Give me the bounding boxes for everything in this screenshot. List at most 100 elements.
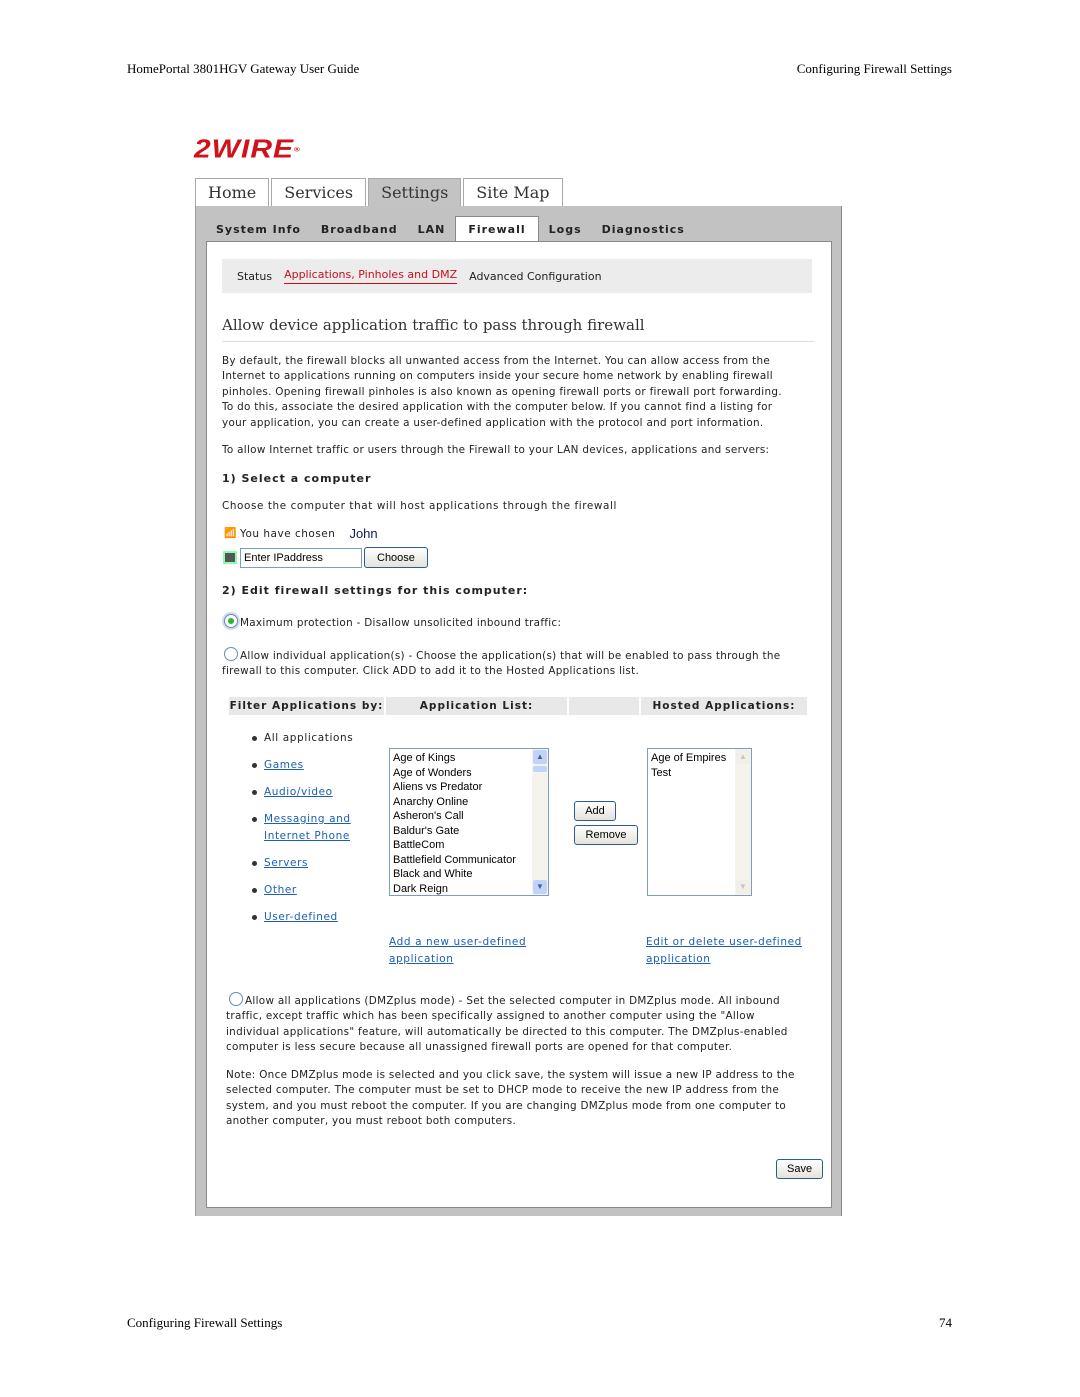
chosen-computer-name: John [349,526,378,541]
hosted-list-scrollbar[interactable]: ▲ ▼ [735,749,751,895]
ip-address-input[interactable] [240,547,362,568]
option-max-protection[interactable]: Maximum protection - Disallow unsolicite… [224,614,561,631]
application-filters: All applications Games Audio/video Messa… [252,730,353,936]
max-protection-label: Maximum protection - Disallow unsolicite… [240,617,562,629]
intro-instruction: To allow Internet traffic or users throu… [222,444,770,456]
registered-mark: ® [294,145,301,154]
application-item[interactable]: Age of Wonders [393,766,545,781]
tab-site-map[interactable]: Site Map [463,178,563,207]
subtab-lan[interactable]: LAN [408,223,456,242]
add-user-defined-link-text[interactable]: application [389,953,454,965]
filter-internet-phone-link[interactable]: Internet Phone [264,830,350,842]
2wire-logo: 2WIRE® [194,135,301,164]
application-list[interactable]: Age of Kings Age of Wonders Aliens vs Pred… [389,748,549,896]
application-item[interactable]: Anarchy Online [393,795,545,810]
document-header: HomePortal 3801HGV Gateway User Guide Co… [127,61,952,77]
note-line: selected computer. The computer must be … [226,1084,780,1097]
add-button[interactable]: Add [574,801,616,821]
application-item[interactable]: Dark Reign [393,882,545,897]
dmz-label-cont: traffic, except traffic which has been s… [226,1010,755,1023]
edit-user-defined-link[interactable]: Edit or delete user-defined application [646,934,802,968]
scroll-thumb[interactable] [533,766,547,772]
filter-servers-link[interactable]: Servers [264,857,308,869]
intro-line: To do this, associate the desired applic… [222,401,773,414]
dmz-label-cont: individual applications" feature, will a… [226,1025,788,1038]
radio-individual-apps[interactable] [224,647,238,661]
tab-settings[interactable]: Settings [368,178,462,207]
application-item[interactable]: Black and White [393,867,545,882]
filter-messaging[interactable]: Messaging and Internet Phone [252,811,353,845]
link-advanced-configuration[interactable]: Advanced Configuration [469,270,601,283]
filter-user-defined-link[interactable]: User-defined [264,911,338,923]
filter-other-link[interactable]: Other [264,884,297,896]
scroll-up-icon[interactable]: ▲ [533,750,547,764]
dmz-label-cont: computer is less secure because all unas… [226,1041,733,1054]
radio-dmzplus[interactable] [229,992,243,1006]
page-title: Allow device application traffic to pass… [222,316,814,342]
scroll-down-icon[interactable]: ▼ [533,880,547,894]
intro-paragraph: By default, the firewall blocks all unwa… [222,354,782,431]
save-button[interactable]: Save [776,1159,824,1179]
option-dmzplus[interactable]: Allow all applications (DMZplus mode) - … [226,992,788,1056]
subtab-firewall[interactable]: Firewall [455,216,539,242]
application-item[interactable]: Battlefield Communicator [393,853,545,868]
application-item[interactable]: Asheron's Call [393,809,545,824]
dmz-note: Note: Once DMZplus mode is selected and … [226,1068,795,1130]
link-status[interactable]: Status [237,270,272,283]
filter-servers[interactable]: Servers [252,855,353,872]
settings-subnav: System Info Broadband LAN Firewall Logs … [206,214,695,242]
edit-user-defined-link-text[interactable]: Edit or delete user-defined [646,936,802,948]
application-item[interactable]: Age of Kings [393,751,545,766]
remove-button[interactable]: Remove [574,825,638,845]
filter-games-link[interactable]: Games [264,759,304,771]
hosted-item[interactable]: Test [651,766,748,781]
chosen-label: You have chosen [239,527,336,540]
footer-section: Configuring Firewall Settings [127,1315,283,1330]
subtab-diagnostics[interactable]: Diagnostics [592,223,695,242]
subtab-broadband[interactable]: Broadband [311,223,408,242]
step2-heading: 2) Edit firewall settings for this compu… [222,584,529,597]
individual-apps-label-cont: firewall to this computer. Click ADD to … [222,665,640,678]
edit-user-defined-link-text[interactable]: application [646,953,711,965]
hosted-item[interactable]: Age of Empires [651,751,748,766]
tab-home[interactable]: Home [195,178,270,207]
link-applications-pinholes-dmz[interactable]: Applications, Pinholes and DMZ [284,268,458,284]
subtab-system-info[interactable]: System Info [206,223,311,242]
col-hosted: Hosted Applications: [641,697,807,715]
section-title: Configuring Firewall Settings [796,61,952,76]
application-item[interactable]: Baldur's Gate [393,824,545,839]
application-item[interactable]: BattleCom [393,838,545,853]
settings-frame: System Info Broadband LAN Firewall Logs … [195,206,842,1216]
intro-line: By default, the firewall blocks all unwa… [222,355,771,367]
add-user-defined-link[interactable]: Add a new user-defined application [389,934,526,968]
application-list-scrollbar[interactable]: ▲ ▼ [532,749,548,895]
option-individual-apps[interactable]: Allow individual application(s) - Choose… [222,647,780,680]
filter-user-defined[interactable]: User-defined [252,909,353,926]
filter-audio-video-link[interactable]: Audio/video [264,786,333,798]
application-table-header: Filter Applications by: Application List… [229,697,809,715]
subtab-logs[interactable]: Logs [539,223,592,242]
filter-audio[interactable]: Audio/video [252,784,353,801]
intro-line: pinholes. Opening firewall pinholes is a… [222,385,782,398]
tab-services[interactable]: Services [271,178,367,207]
scroll-up-icon[interactable]: ▲ [736,750,750,764]
page-number: 74 [939,1315,952,1330]
choose-button[interactable]: Choose [364,547,428,568]
logo-text: 2WIRE [194,135,295,164]
application-item[interactable]: Aliens vs Predator [393,780,545,795]
filter-all-label: All applications [264,732,354,744]
dmz-label: Allow all applications (DMZplus mode) - … [245,995,780,1007]
application-list-items[interactable]: Age of Kings Age of Wonders Aliens vs Pred… [390,749,548,898]
ip-entry-row: Choose [223,547,428,568]
note-line: another computer, you must reboot both c… [226,1115,517,1128]
radio-max-protection[interactable] [224,614,238,628]
filter-games[interactable]: Games [252,757,353,774]
col-filter: Filter Applications by: [229,697,384,715]
main-nav: Home Services Settings Site Map [195,178,565,207]
filter-all: All applications [252,730,353,747]
hosted-applications-list[interactable]: Age of Empires Test ▲ ▼ [647,748,752,896]
filter-messaging-link[interactable]: Messaging and [264,813,351,825]
add-user-defined-link-text[interactable]: Add a new user-defined [389,936,526,948]
filter-other[interactable]: Other [252,882,353,899]
scroll-down-icon[interactable]: ▼ [736,880,750,894]
